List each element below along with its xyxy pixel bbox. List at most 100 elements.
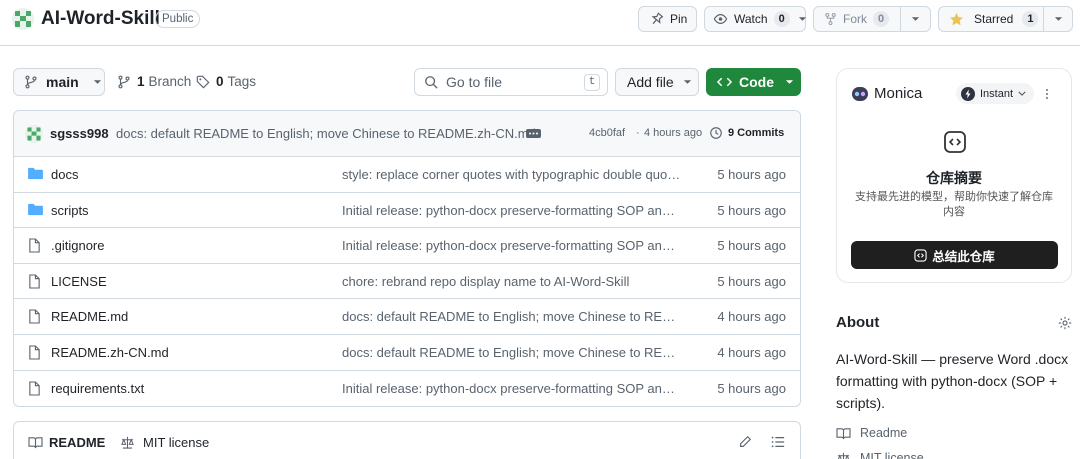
star-count: 1	[1022, 11, 1039, 27]
file-row[interactable]: README.md docs: default README to Englis…	[14, 299, 800, 335]
tag-count-label: Tags	[227, 74, 257, 89]
summarize-repo-button[interactable]: 总结此仓库	[851, 241, 1058, 269]
license-link-label: MIT license	[860, 451, 924, 459]
tab-readme[interactable]: README	[28, 435, 105, 450]
readme-panel: README MIT license	[13, 421, 801, 459]
repo-owner-avatar[interactable]	[12, 8, 34, 30]
license-link[interactable]: MIT license	[836, 451, 924, 459]
readme-link-label: Readme	[860, 426, 908, 440]
file-icon	[28, 345, 41, 360]
go-to-file-search[interactable]: t	[414, 68, 608, 96]
tab-license[interactable]: MIT license	[120, 435, 209, 450]
commits-count: 9	[728, 127, 735, 139]
file-row[interactable]: .gitignore Initial release: python-docx …	[14, 228, 800, 264]
chevron-down-icon	[785, 79, 794, 85]
edit-pencil-icon[interactable]	[738, 435, 752, 449]
commit-message[interactable]: docs: default README to English; move Ch…	[116, 126, 536, 141]
commit-author-avatar[interactable]	[25, 125, 43, 143]
file-commit-time: 5 hours ago	[717, 273, 786, 289]
git-branch-icon	[24, 75, 38, 89]
file-commit-message[interactable]: Initial release: python-docx preserve-fo…	[342, 203, 682, 218]
tag-icon	[196, 75, 210, 89]
commit-time: 4 hours ago	[644, 127, 703, 139]
starred-button[interactable]: Starred 1	[938, 6, 1044, 32]
outline-list-icon[interactable]	[771, 435, 785, 449]
file-commit-time: 5 hours ago	[717, 167, 786, 182]
commit-hash[interactable]: 4cb0faf	[589, 127, 625, 139]
lightning-icon	[961, 86, 975, 101]
code-file-icon	[943, 130, 967, 154]
monica-brand: Monica	[874, 85, 923, 102]
star-icon	[949, 12, 964, 27]
file-commit-message[interactable]: docs: default README to English; move Ch…	[342, 309, 682, 324]
pin-icon	[650, 12, 664, 26]
summarize-repo-label: 总结此仓库	[932, 249, 995, 264]
monica-mode-select[interactable]: Instant	[956, 83, 1034, 104]
repo-header: AI-Word-Skill Public Pin Watch 0 Fork 0	[0, 0, 1080, 46]
chevron-down-icon	[1054, 16, 1063, 22]
chevron-down-icon	[93, 79, 102, 85]
repo-name[interactable]: AI-Word-Skill	[41, 8, 160, 30]
file-row[interactable]: LICENSE chore: rebrand repo display name…	[14, 264, 800, 300]
commit-details-toggle[interactable]	[526, 129, 541, 138]
tag-count: 0	[216, 74, 224, 89]
file-name[interactable]: LICENSE	[51, 274, 107, 289]
git-branch-icon	[117, 75, 131, 89]
file-row[interactable]: docs style: replace corner quotes with t…	[14, 157, 800, 193]
book-icon	[28, 436, 43, 449]
file-name[interactable]: .gitignore	[51, 238, 104, 253]
file-icon	[28, 238, 41, 253]
gear-icon[interactable]	[1058, 316, 1072, 330]
monica-logo-icon	[851, 86, 869, 102]
fork-dropdown-button[interactable]	[900, 6, 931, 32]
watch-button[interactable]: Watch 0	[704, 6, 806, 32]
tags-link[interactable]: 0 Tags	[196, 74, 256, 89]
commits-history-link[interactable]: 9 Commits	[709, 126, 784, 140]
pin-button[interactable]: Pin	[638, 6, 697, 32]
readme-link[interactable]: Readme	[836, 426, 907, 440]
about-heading: About	[836, 314, 880, 331]
file-commit-message[interactable]: Initial release: python-docx preserve-fo…	[342, 381, 682, 396]
watch-count: 0	[773, 11, 790, 27]
fork-icon	[824, 12, 837, 26]
file-row[interactable]: README.zh-CN.md docs: default README to …	[14, 335, 800, 371]
file-row[interactable]: requirements.txt Initial release: python…	[14, 371, 800, 406]
file-commit-time: 5 hours ago	[717, 202, 786, 218]
chevron-down-icon	[798, 16, 807, 22]
file-commit-message[interactable]: chore: rebrand repo display name to AI-W…	[342, 274, 682, 289]
latest-commit-row: sgsss998 docs: default README to English…	[14, 111, 800, 157]
about-description: AI-Word-Skill — preserve Word .docx form…	[836, 351, 1069, 411]
file-row[interactable]: scripts Initial release: python-docx pre…	[14, 193, 800, 229]
file-commit-message[interactable]: Initial release: python-docx preserve-fo…	[342, 238, 682, 253]
star-dropdown-button[interactable]	[1043, 6, 1073, 32]
file-commit-message[interactable]: style: replace corner quotes with typogr…	[342, 167, 682, 182]
monica-card-desc: 支持最先进的模型，帮助你快速了解仓库内容	[855, 191, 1053, 218]
folder-icon	[28, 203, 43, 216]
file-name[interactable]: README.zh-CN.md	[51, 345, 169, 360]
file-commit-message[interactable]: docs: default README to English; move Ch…	[342, 345, 682, 360]
chevron-down-icon	[911, 16, 920, 22]
commit-author[interactable]: sgsss998	[50, 126, 109, 141]
book-icon	[836, 427, 851, 440]
fork-button[interactable]: Fork 0	[813, 6, 901, 32]
file-name[interactable]: docs	[51, 167, 78, 182]
more-menu-icon[interactable]	[1044, 87, 1050, 101]
file-commit-time: 4 hours ago	[717, 344, 786, 360]
add-file-button[interactable]: Add file	[615, 68, 699, 96]
file-name[interactable]: requirements.txt	[51, 381, 144, 396]
add-file-label: Add file	[627, 74, 674, 90]
file-commit-time: 5 hours ago	[717, 380, 786, 396]
branch-select-button[interactable]: main	[13, 68, 105, 96]
commits-label: Commits	[737, 127, 785, 139]
chevron-down-icon	[683, 79, 692, 85]
go-to-file-input[interactable]	[446, 74, 576, 90]
code-button[interactable]: Code	[706, 68, 801, 96]
pin-label: Pin	[670, 12, 688, 26]
code-icon	[914, 248, 927, 262]
code-icon	[717, 76, 732, 88]
search-icon	[424, 75, 438, 89]
branches-link[interactable]: 1 Branch	[117, 74, 191, 89]
file-name[interactable]: README.md	[51, 309, 128, 324]
file-name[interactable]: scripts	[51, 203, 89, 218]
branch-name: main	[46, 74, 79, 90]
